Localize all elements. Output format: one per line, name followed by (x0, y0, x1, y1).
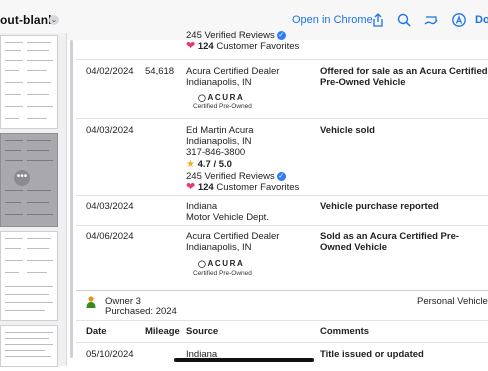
table-row: 05/10/2024 Indiana Title issued or updat… (76, 342, 488, 367)
row-comment: Title issued or updated (320, 349, 424, 360)
acura-logo: ◯ACURA (198, 259, 245, 268)
verified-check-icon: ✓ (276, 171, 286, 181)
verified-check-icon: ✓ (276, 30, 286, 40)
heart-icon: ❤ (186, 40, 196, 52)
vehicle-history-document: 245 Verified Reviews ✓ ❤ 124 Customer Fav… (76, 20, 488, 366)
home-indicator[interactable] (174, 358, 314, 362)
table-row: 04/03/2024 Ed Martin Acura Indianapolis,… (76, 118, 488, 195)
customer-favorites: ❤ 124 Customer Favorites (186, 181, 300, 194)
row-comment: Vehicle purchase reported (320, 201, 439, 212)
row-source: Indiana Motor Vehicle Dept. (186, 201, 269, 223)
document-title[interactable]: out-blank (0, 13, 55, 27)
acura-cpo-label: Certified Pre-Owned (193, 270, 252, 277)
row-mileage: 54,618 (145, 66, 175, 77)
person-icon (86, 296, 96, 308)
page-thumbnail[interactable] (0, 35, 58, 129)
column-header-comments: Comments (320, 326, 370, 337)
row-source: Ed Martin Acura Indianapolis, IN 317-846… (186, 125, 254, 158)
table-header: Date Mileage Source Comments (76, 320, 488, 343)
more-options-button[interactable]: ••• (14, 170, 30, 186)
page-thumbnail[interactable] (0, 231, 58, 321)
customer-favorites: ❤ 124 Customer Favorites (186, 40, 300, 53)
row-comment: Offered for sale as an Acura Certified P… (320, 66, 488, 88)
owner-purchased: Purchased: 2024 (105, 306, 177, 317)
table-row: 04/03/2024 Indiana Motor Vehicle Dept. V… (76, 195, 488, 227)
table-row: 04/02/2024 54,618 Acura Certified Dealer… (76, 59, 488, 118)
verified-reviews: 245 Verified Reviews ✓ (186, 171, 286, 182)
acura-cpo-label: Certified Pre-Owned (193, 103, 252, 110)
dealer-rating: ★ 4.7 / 5.0 (186, 159, 232, 170)
row-date: 04/02/2024 (86, 66, 134, 77)
row-date: 04/03/2024 (86, 201, 134, 212)
scrollbar[interactable] (70, 40, 73, 358)
row-date: 05/10/2024 (86, 349, 134, 360)
star-icon: ★ (186, 159, 195, 170)
row-date: 04/06/2024 (86, 231, 134, 242)
heart-icon: ❤ (186, 181, 196, 193)
page-thumbnail-sidebar (0, 33, 67, 367)
row-comment: Vehicle sold (320, 125, 375, 136)
row-date: 04/03/2024 (86, 125, 134, 136)
row-comment: Sold as an Acura Certified Pre-Owned Veh… (320, 231, 460, 253)
row-source: Acura Certified Dealer Indianapolis, IN (186, 231, 280, 253)
verified-reviews: 245 Verified Reviews ✓ (186, 30, 286, 41)
column-header-mileage: Mileage (145, 326, 180, 337)
column-header-source: Source (186, 326, 219, 337)
table-row: 04/06/2024 Acura Certified Dealer Indian… (76, 225, 488, 286)
acura-logo: ◯ACURA (198, 93, 245, 102)
column-header-date: Date (86, 326, 107, 337)
owner-vehicle-type: Personal Vehicle (417, 296, 488, 307)
row-source: Acura Certified Dealer Indianapolis, IN (186, 66, 280, 88)
chevron-down-icon[interactable]: ⌄ (49, 15, 59, 25)
page-thumbnail[interactable] (0, 325, 58, 367)
